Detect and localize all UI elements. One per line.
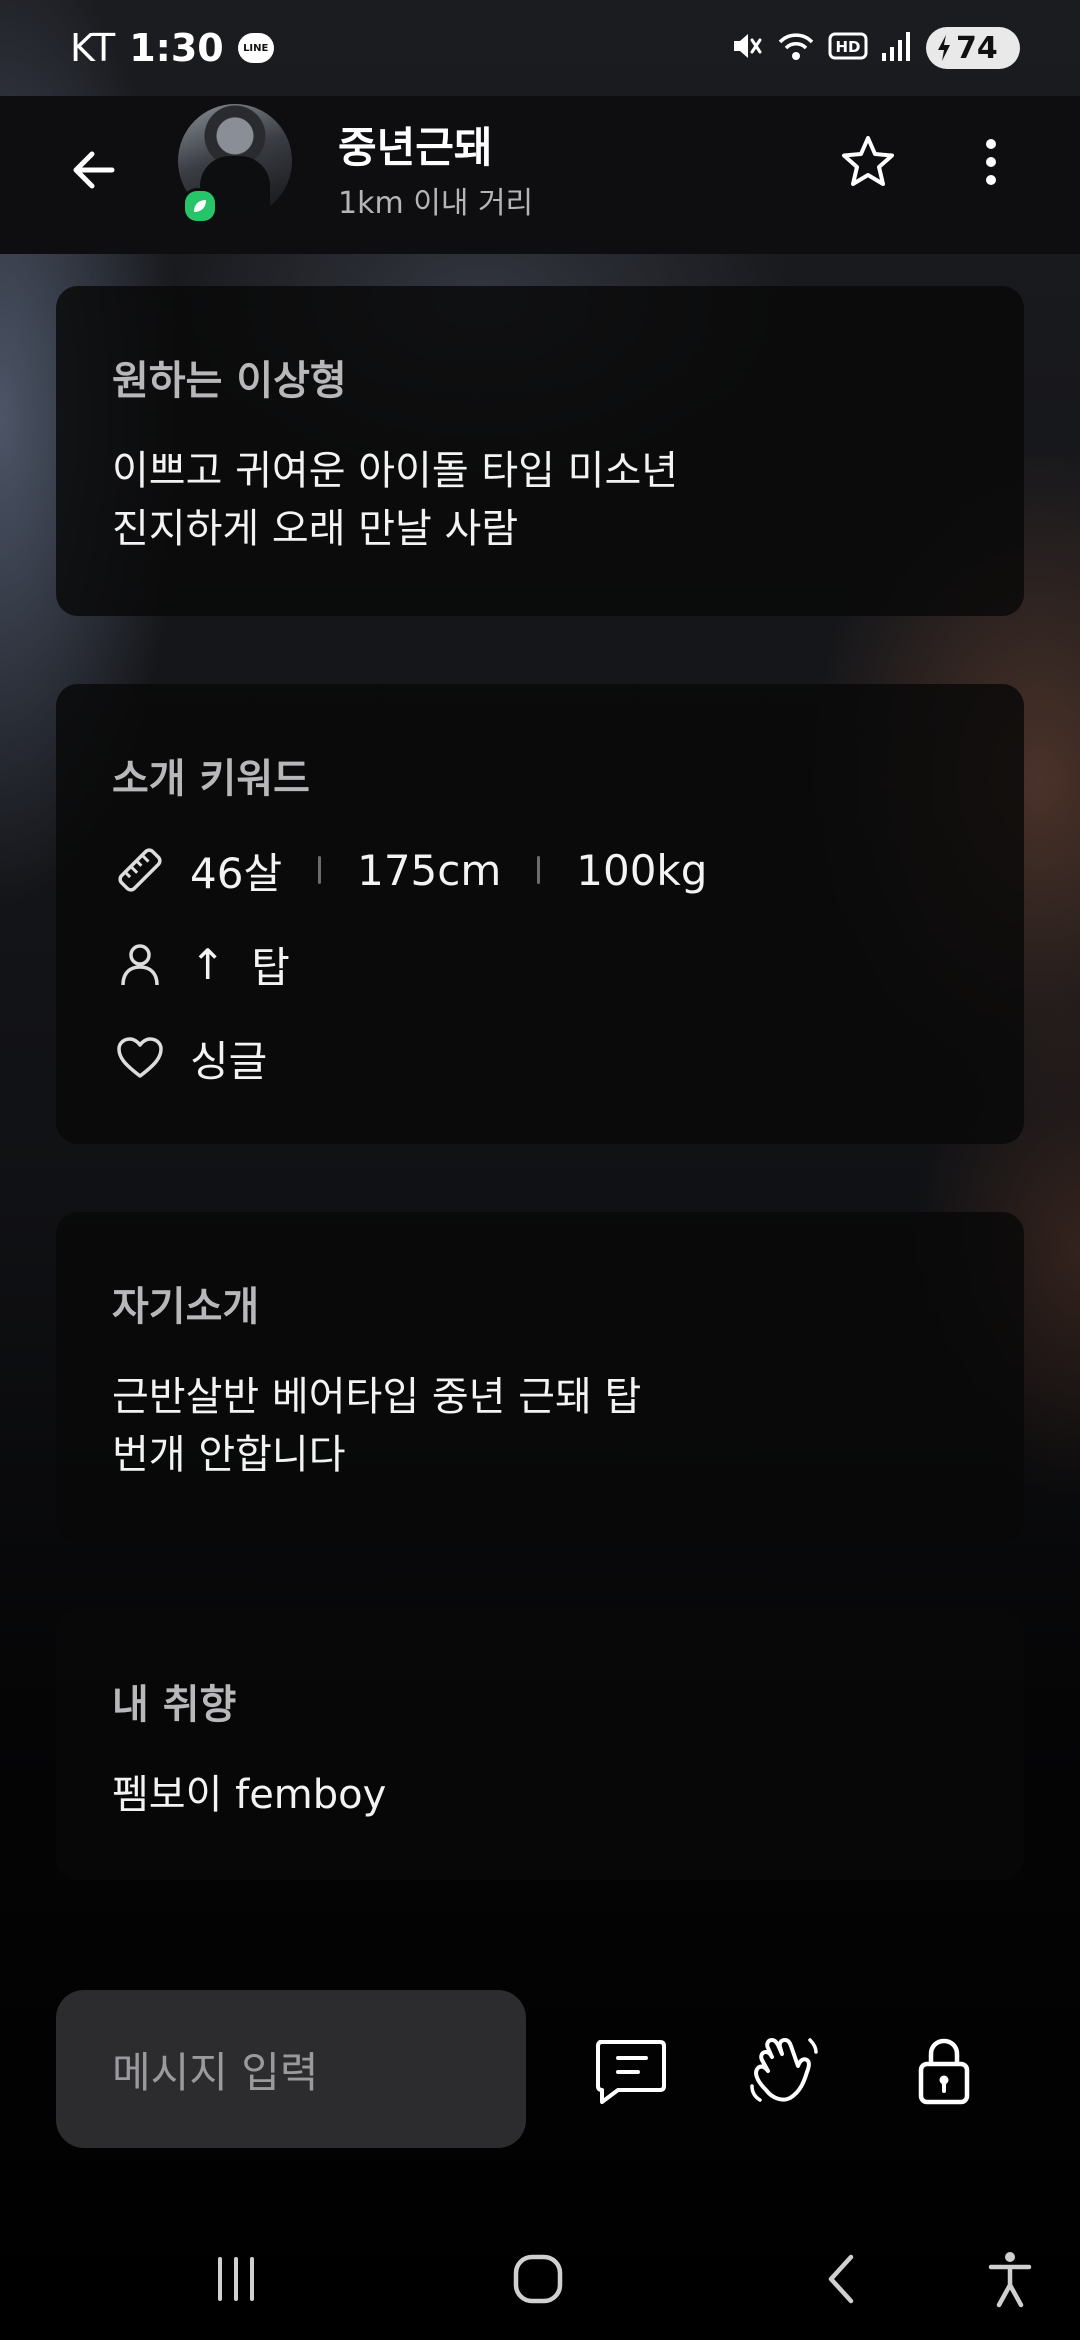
height-value: 175cm [357,845,502,895]
battery-charging-icon: 74 [926,27,1020,69]
preference-card: 내 취향 펨보이 femboy [56,1610,1024,1880]
profile-name: 중년근돼 [338,123,493,172]
battery-level: 74 [956,30,998,66]
person-icon [112,936,168,992]
private-album-button[interactable] [902,2028,986,2112]
svg-text:HD: HD [835,38,860,56]
signal-icon [880,29,914,67]
self-intro-line-2: 번개 안합니다 [112,1432,346,1478]
star-icon [842,136,894,186]
self-intro-card: 자기소개 근반살반 베어타입 중년 근돼 탑 번개 안합니다 [56,1212,1024,1542]
leaf-icon [182,188,218,224]
status-left: KT 1:30 LINE [70,22,274,74]
line-icon: LINE [237,33,274,63]
profile-header: 중년근돼 1km 이내 거리 [0,96,1080,254]
arrow-left-icon [73,151,115,189]
home-button[interactable] [498,2242,578,2316]
ruler-icon [112,842,168,898]
message-placeholder: 메시지 입력 [112,2047,319,2097]
position-value: 탑 [251,942,290,992]
chat-icon [596,2040,666,2104]
home-icon [513,2254,563,2304]
preference-title: 내 취향 [112,1682,237,1728]
accessibility-icon [988,2252,1032,2308]
self-intro-line-1: 근반살반 베어타입 중년 근돼 탑 [112,1374,642,1420]
chevron-left-icon [828,2254,854,2304]
heart-icon [112,1030,168,1086]
recent-apps-button[interactable] [196,2242,276,2316]
carrier-label: KT [70,26,116,70]
message-input[interactable]: 메시지 입력 [56,1990,526,2148]
clock: 1:30 [129,26,224,70]
age-value: 46살 [190,848,283,898]
favorite-button[interactable] [832,126,904,198]
more-options-button[interactable] [956,126,1026,198]
ideal-type-title: 원하는 이상형 [112,358,347,404]
chat-button[interactable] [588,2028,672,2112]
status-bar: KT 1:30 LINE HD 74 [0,0,1080,96]
more-vertical-icon [986,139,996,185]
ideal-type-line-1: 이쁘고 귀여운 아이돌 타입 미소년 [112,448,679,494]
lock-icon [918,2038,970,2105]
keywords-card: 소개 키워드 46살 175cm 100kg ↑ 탑 싱글 [56,684,1024,1144]
ideal-type-line-2: 진지하게 오래 만날 사람 [112,506,519,552]
relationship-value: 싱글 [190,1036,268,1086]
mute-icon [728,28,764,68]
self-intro-title: 자기소개 [112,1284,260,1330]
wifi-icon [776,28,816,68]
accessibility-button[interactable] [970,2242,1050,2316]
separator [537,856,541,884]
keywords-title: 소개 키워드 [112,756,310,802]
waving-hand-icon [750,2038,818,2102]
recent-apps-icon [218,2257,254,2301]
position-row: ↑ 탑 [112,934,290,994]
arrow-up-icon: ↑ [190,939,226,989]
wave-button[interactable] [742,2028,826,2112]
weight-value: 100kg [576,845,708,895]
body-stats-row: 46살 175cm 100kg [112,840,707,900]
ideal-type-card: 원하는 이상형 이쁘고 귀여운 아이돌 타입 미소년 진지하게 오래 만날 사람 [56,286,1024,616]
preference-text: 펨보이 femboy [112,1772,387,1818]
system-navigation-bar [0,2220,1080,2340]
distance-label: 1km 이내 거리 [338,186,534,221]
back-button[interactable] [58,134,130,206]
hd-icon: HD [828,30,868,66]
status-right: HD 74 [728,26,1020,70]
relationship-row: 싱글 [112,1028,267,1088]
nav-back-button[interactable] [802,2242,882,2316]
separator [318,856,322,884]
